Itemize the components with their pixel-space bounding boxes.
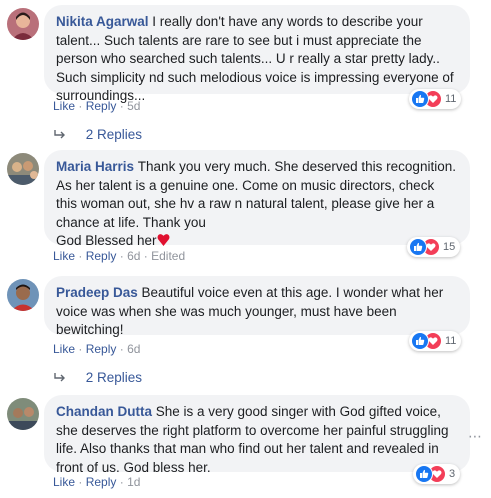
- like-reaction-icon: [411, 332, 429, 350]
- separator: ·: [78, 249, 86, 263]
- comment-actions: Like · Reply · 1d: [53, 475, 140, 489]
- avatar[interactable]: [7, 153, 39, 185]
- view-replies-link[interactable]: 2 Replies: [54, 127, 142, 143]
- separator: ·: [119, 342, 128, 356]
- comment-actions: Like · Reply · 5d: [53, 99, 140, 113]
- separator: ·: [119, 249, 128, 263]
- comment-bubble: Maria Harris Thank you very much. She de…: [44, 150, 470, 248]
- comment-bubble: Chandan Dutta She is a very good singer …: [44, 395, 470, 475]
- separator: ·: [119, 99, 128, 113]
- reply-link[interactable]: Reply: [86, 342, 117, 356]
- comment-timestamp[interactable]: 6d: [127, 342, 140, 356]
- view-replies-link[interactable]: 2 Replies: [54, 370, 142, 386]
- reaction-summary[interactable]: 3: [413, 464, 461, 484]
- reaction-summary[interactable]: 11: [409, 331, 462, 351]
- like-reaction-icon: [409, 238, 427, 256]
- reaction-summary[interactable]: 11: [409, 89, 462, 109]
- like-reaction-icon: [411, 90, 429, 108]
- comment-actions: Like · Reply · 6d: [53, 342, 140, 356]
- like-link[interactable]: Like: [53, 342, 75, 356]
- avatar[interactable]: [7, 279, 39, 311]
- reply-arrow-icon: [54, 127, 66, 143]
- separator: ·: [119, 475, 128, 489]
- comment-timestamp[interactable]: 1d: [127, 475, 140, 489]
- avatar-image: [7, 398, 39, 430]
- comment-author[interactable]: Maria Harris: [56, 159, 138, 174]
- separator: ·: [78, 342, 86, 356]
- reply-arrow-icon: [54, 370, 66, 386]
- comment-author[interactable]: Chandan Dutta: [56, 404, 156, 419]
- reaction-summary[interactable]: 15: [407, 237, 461, 257]
- reaction-count: 3: [449, 468, 456, 480]
- edited-label[interactable]: Edited: [151, 249, 185, 263]
- comment-timestamp[interactable]: 5d: [127, 99, 140, 113]
- like-link[interactable]: Like: [53, 475, 75, 489]
- reaction-count: 11: [445, 93, 457, 105]
- avatar-image: [7, 279, 39, 311]
- separator: ·: [78, 475, 86, 489]
- like-link[interactable]: Like: [53, 99, 75, 113]
- comment-timestamp[interactable]: 6d: [127, 249, 140, 263]
- reply-link[interactable]: Reply: [86, 99, 117, 113]
- like-reaction-icon: [415, 465, 433, 483]
- comment-actions: Like · Reply · 6d · Edited: [53, 249, 185, 263]
- reaction-count: 11: [445, 335, 457, 347]
- comment-author[interactable]: Pradeep Das: [56, 285, 142, 300]
- comment-bubble: Pradeep Das Beautiful voice even at this…: [44, 276, 470, 337]
- avatar-image: [7, 8, 39, 40]
- reply-link[interactable]: Reply: [86, 475, 117, 489]
- avatar[interactable]: [7, 8, 39, 40]
- comment-bubble: Nikita Agarwal I really don't have any w…: [44, 5, 470, 103]
- reply-link[interactable]: Reply: [86, 249, 117, 263]
- more-options-icon[interactable]: ⋯: [468, 428, 483, 445]
- comment-author[interactable]: Nikita Agarwal: [56, 14, 152, 29]
- separator: ·: [78, 99, 86, 113]
- reaction-count: 15: [443, 241, 456, 253]
- like-link[interactable]: Like: [53, 249, 75, 263]
- replies-count-label[interactable]: 2 Replies: [86, 370, 142, 385]
- avatar-image: [7, 153, 39, 185]
- replies-count-label[interactable]: 2 Replies: [86, 127, 142, 142]
- avatar[interactable]: [7, 398, 39, 430]
